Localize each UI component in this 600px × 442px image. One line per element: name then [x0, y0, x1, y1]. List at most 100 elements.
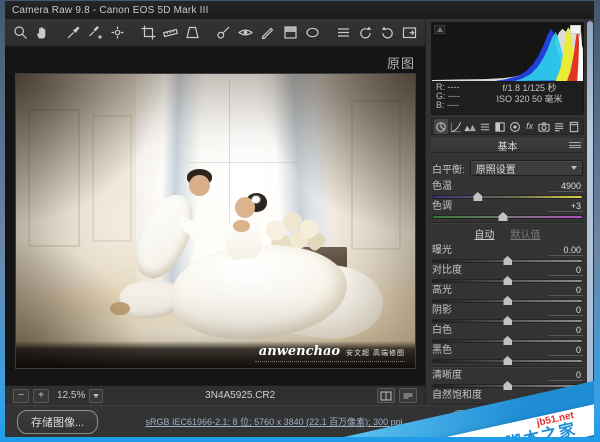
photo-watermark-script: anwenchao — [258, 344, 341, 359]
snapshots-tab-icon — [569, 121, 579, 132]
zoom-level-value[interactable]: 12.5% — [57, 390, 85, 401]
tab-detail[interactable] — [464, 119, 478, 134]
exposure-slider[interactable] — [432, 256, 583, 265]
eyedropper-icon — [67, 26, 80, 39]
panel-menu-icon[interactable] — [569, 140, 581, 150]
tab-basic[interactable] — [434, 119, 448, 134]
radial-filter-tool-button[interactable] — [303, 23, 322, 43]
tint-slider[interactable] — [432, 212, 583, 221]
preview-canvas[interactable]: 原图 anwenchao 安文超 高端修图 — [5, 47, 425, 385]
slider-value[interactable]: 0 — [549, 325, 583, 336]
eye-icon — [238, 29, 254, 36]
slider-thumb[interactable] — [503, 256, 512, 265]
titlebar[interactable]: Camera Raw 9.8 - Canon EOS 5D Mark III — [5, 1, 594, 19]
perspective-icon — [186, 26, 200, 39]
slider-thumb[interactable] — [503, 316, 512, 325]
slider-value[interactable]: 0.00 — [549, 245, 583, 256]
preview-mode-label: 原图 — [386, 56, 415, 71]
slider-value[interactable]: +3 — [549, 201, 583, 212]
panel-title: 基本 — [497, 141, 518, 153]
contrast-slider[interactable] — [432, 276, 583, 285]
slider-value[interactable]: 0 — [549, 345, 583, 356]
whites-slider[interactable] — [432, 336, 583, 345]
detail-tab-icon — [464, 124, 477, 131]
transform-tool-button[interactable] — [183, 23, 202, 43]
red-eye-tool-button[interactable] — [236, 23, 255, 43]
white-balance-value: 原照设置 — [475, 164, 516, 176]
slider-value[interactable]: 0 — [549, 305, 583, 316]
preferences-button[interactable] — [334, 23, 353, 43]
targeted-adjustment-tool-button[interactable] — [108, 23, 127, 43]
slider-label: 对比度 — [432, 265, 462, 276]
site-watermark: jb51.net 脚本之家 — [344, 363, 594, 437]
tab-effects[interactable]: fx — [523, 119, 537, 134]
highlight-clipping-indicator[interactable] — [570, 25, 581, 34]
chevron-down-icon — [571, 166, 577, 170]
slider-thumb[interactable] — [503, 336, 512, 345]
zoom-tool-button[interactable] — [11, 23, 30, 43]
slider-row-tint: 色调 +3 — [432, 201, 583, 221]
camera-tab-icon — [538, 121, 551, 132]
slider-label: 色温 — [432, 181, 452, 192]
tab-camera-calibration[interactable] — [538, 119, 552, 134]
save-image-button[interactable]: 存储图像... — [17, 409, 99, 434]
zoom-level-dropdown[interactable] — [89, 388, 104, 403]
slider-value[interactable]: 0 — [549, 285, 583, 296]
adjustment-brush-tool-button[interactable] — [258, 23, 277, 43]
window-title: Camera Raw 9.8 - Canon EOS 5D Mark III — [12, 4, 209, 16]
shadows-slider[interactable] — [432, 316, 583, 325]
tab-tone-curve[interactable] — [449, 119, 463, 134]
rotate-right-button[interactable] — [378, 23, 397, 43]
slider-value[interactable]: 4900 — [549, 181, 583, 192]
slider-thumb[interactable] — [473, 192, 483, 201]
slider-row-exposure: 曝光 0.00 — [432, 245, 583, 265]
zoom-out-button[interactable]: − — [13, 388, 29, 403]
tab-hsl-grayscale[interactable] — [478, 119, 492, 134]
split-toning-tab-icon — [495, 121, 505, 132]
photo-preview[interactable]: anwenchao 安文超 高端修图 — [15, 73, 416, 369]
rotate-cw-icon — [381, 26, 393, 39]
slider-thumb[interactable] — [498, 212, 508, 221]
hand-icon — [37, 27, 46, 39]
camera-raw-dialog: Camera Raw 9.8 - Canon EOS 5D Mark III 原… — [5, 1, 594, 437]
zoom-in-button[interactable]: + — [33, 388, 49, 403]
slider-row-highlights: 高光 0 — [432, 285, 583, 305]
auto-link[interactable]: 自动 — [475, 226, 495, 241]
b-value: ---- — [447, 100, 460, 110]
straighten-tool-button[interactable] — [161, 23, 180, 43]
chevron-down-icon — [93, 393, 100, 398]
white-balance-tool-button[interactable] — [64, 23, 83, 43]
slider-thumb[interactable] — [503, 296, 512, 305]
eyedropper-plus-icon — [89, 26, 103, 39]
tab-lens-corrections[interactable] — [508, 119, 522, 134]
crop-icon — [141, 25, 156, 40]
slider-value[interactable]: 0 — [549, 265, 583, 276]
toggle-fullscreen-button[interactable] — [400, 23, 419, 43]
presets-tab-icon — [555, 122, 564, 131]
white-balance-select[interactable]: 原照设置 — [469, 160, 583, 176]
target-icon — [111, 26, 124, 39]
highlights-slider[interactable] — [432, 296, 583, 305]
graduated-filter-tool-button[interactable] — [281, 23, 300, 43]
rotate-left-button[interactable] — [356, 23, 375, 43]
temperature-slider[interactable] — [432, 192, 583, 201]
panel-scrollbar[interactable] — [587, 21, 593, 403]
graduated-filter-icon — [284, 26, 297, 39]
spot-removal-tool-button[interactable] — [214, 23, 233, 43]
hand-tool-button[interactable] — [33, 23, 52, 43]
toolbar — [5, 19, 425, 47]
color-sampler-tool-button[interactable] — [86, 23, 105, 43]
slider-label: 曝光 — [432, 245, 452, 256]
slider-row-blacks: 黑色 0 — [432, 345, 583, 365]
brush-icon — [261, 27, 273, 40]
panel-header: 基本 — [431, 138, 584, 153]
shadow-clipping-indicator[interactable] — [434, 25, 445, 34]
magnifier-icon — [14, 26, 27, 39]
crop-tool-button[interactable] — [139, 23, 158, 43]
tab-split-toning[interactable] — [493, 119, 507, 134]
tab-presets[interactable] — [552, 119, 566, 134]
default-link[interactable]: 默认值 — [511, 226, 541, 241]
preview-column: 原图 anwenchao 安文超 高端修图 − + 12.5% 3N4A5925… — [5, 19, 426, 405]
tab-snapshots[interactable] — [567, 119, 581, 134]
slider-thumb[interactable] — [503, 276, 512, 285]
